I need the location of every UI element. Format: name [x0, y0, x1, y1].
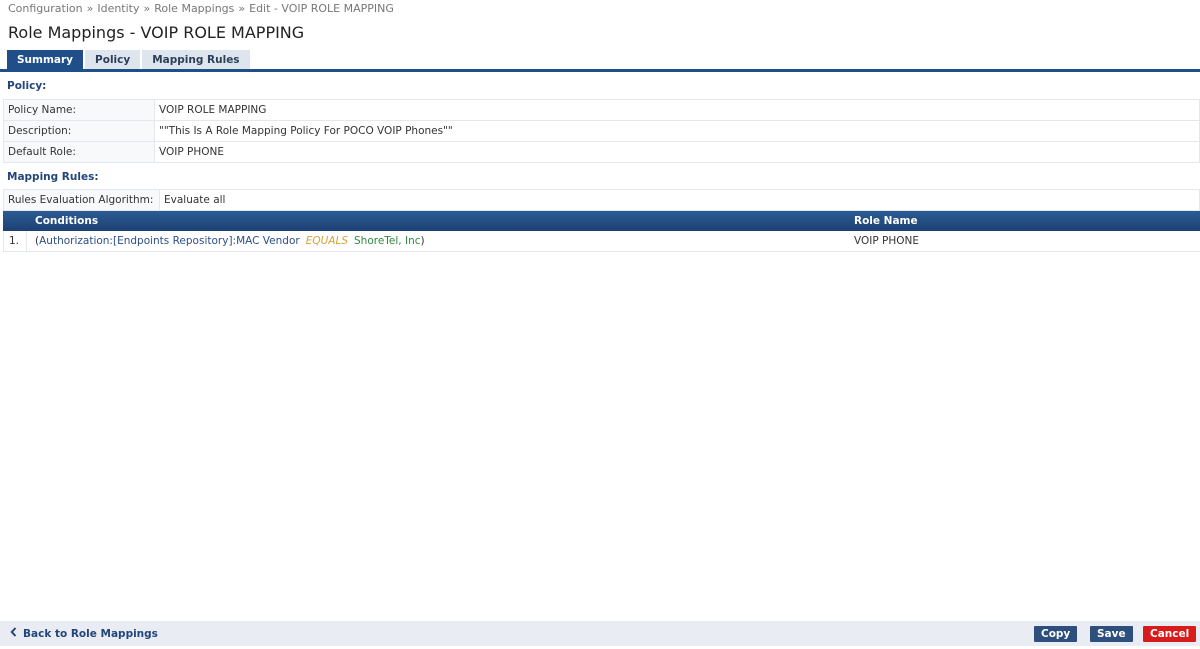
policy-heading: Policy:	[7, 80, 47, 92]
rules-table: Conditions Role Name 1. (Authorization:[…	[3, 211, 1200, 252]
role-name-column-header: Role Name	[854, 215, 918, 227]
algorithm-row: Rules Evaluation Algorithm: Evaluate all	[3, 189, 1200, 211]
breadcrumb-separator: »	[86, 2, 94, 15]
tab-bar: Summary Policy Mapping Rules	[7, 50, 252, 70]
algorithm-table: Rules Evaluation Algorithm: Evaluate all	[3, 189, 1200, 211]
copy-button[interactable]: Copy	[1034, 626, 1078, 642]
conditions-column-header: Conditions	[35, 215, 99, 227]
tab-policy[interactable]: Policy	[85, 50, 141, 70]
table-row[interactable]: 1. (Authorization:[Endpoints Repository]…	[3, 231, 1200, 252]
default-role-value: VOIP PHONE	[154, 141, 1200, 163]
footer-bar: Back to Role Mappings Copy Save Cancel	[0, 621, 1200, 646]
page-title: Role Mappings - VOIP ROLE MAPPING	[8, 23, 305, 42]
description-row: Description: ""This Is A Role Mapping Po…	[3, 120, 1200, 142]
tab-underline	[0, 69, 1200, 72]
breadcrumb-identity[interactable]: Identity	[97, 2, 139, 15]
back-link-label: Back to Role Mappings	[23, 628, 158, 640]
breadcrumb-separator: »	[143, 2, 151, 15]
number-column-header	[3, 211, 27, 231]
rules-table-header: Conditions Role Name	[3, 211, 1200, 231]
condition-attribute: Authorization:[Endpoints Repository]:MAC…	[39, 235, 300, 247]
mapping-rules-heading: Mapping Rules:	[7, 171, 99, 183]
rule-condition: (Authorization:[Endpoints Repository]:MA…	[27, 231, 846, 251]
default-role-row: Default Role: VOIP PHONE	[3, 141, 1200, 163]
save-button[interactable]: Save	[1090, 626, 1133, 642]
condition-value: ShoreTel, Inc	[354, 235, 421, 247]
breadcrumb-role-mappings[interactable]: Role Mappings	[154, 2, 234, 15]
policy-name-label: Policy Name:	[3, 99, 155, 121]
policy-name-value: VOIP ROLE MAPPING	[154, 99, 1200, 121]
chevron-left-icon	[10, 627, 17, 640]
breadcrumb-current: Edit - VOIP ROLE MAPPING	[249, 2, 394, 15]
description-value: ""This Is A Role Mapping Policy For POCO…	[154, 120, 1200, 142]
policy-name-row: Policy Name: VOIP ROLE MAPPING	[3, 99, 1200, 121]
policy-summary-table: Policy Name: VOIP ROLE MAPPING Descripti…	[3, 99, 1200, 163]
tab-summary[interactable]: Summary	[7, 50, 84, 70]
back-to-role-mappings-link[interactable]: Back to Role Mappings	[10, 627, 158, 640]
algorithm-label: Rules Evaluation Algorithm:	[3, 189, 160, 211]
tab-mapping-rules[interactable]: Mapping Rules	[142, 50, 250, 70]
condition-operator: EQUALS	[305, 235, 348, 247]
breadcrumb-separator: »	[238, 2, 246, 15]
breadcrumb-configuration[interactable]: Configuration	[8, 2, 83, 15]
rule-role-name: VOIP PHONE	[854, 235, 920, 247]
description-label: Description:	[3, 120, 155, 142]
condition-close-paren: )	[420, 235, 425, 247]
rule-number: 1.	[4, 231, 27, 251]
algorithm-value: Evaluate all	[159, 189, 1200, 211]
cancel-button[interactable]: Cancel	[1143, 626, 1197, 642]
default-role-label: Default Role:	[3, 141, 155, 163]
breadcrumb: Configuration» Identity» Role Mappings» Edi…	[8, 2, 394, 15]
